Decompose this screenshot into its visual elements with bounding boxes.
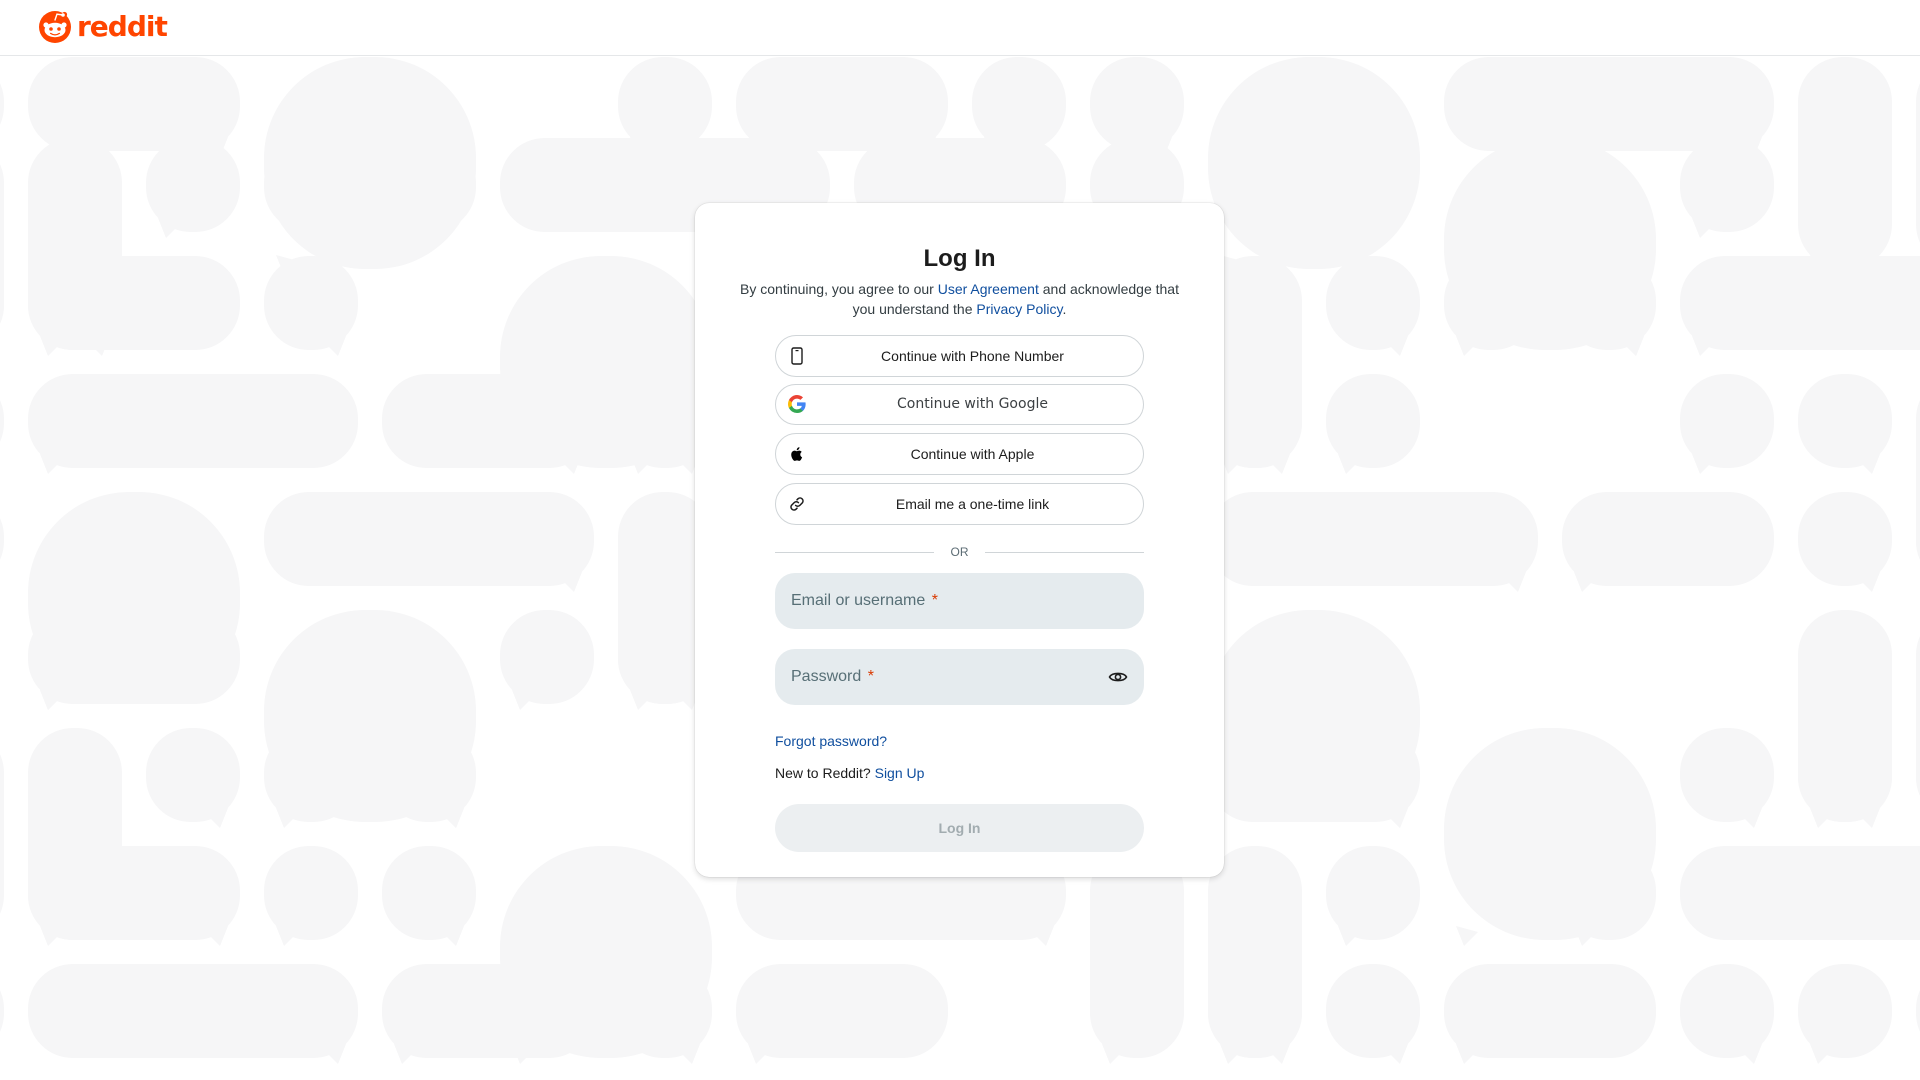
or-divider: OR	[775, 543, 1144, 561]
background-bubble	[28, 964, 358, 1064]
background-bubble	[0, 990, 4, 1032]
email-or-username-field[interactable]: Email or username *	[775, 573, 1144, 629]
background-bubble	[0, 164, 4, 324]
background-bubble	[1326, 846, 1420, 946]
reddit-snoo-icon	[39, 11, 71, 43]
user-agreement-link[interactable]: User Agreement	[938, 281, 1039, 297]
eye-icon[interactable]	[1108, 667, 1128, 687]
phone-button-label: Continue with Phone Number	[881, 348, 1064, 364]
continue-with-apple-button[interactable]: Continue with Apple	[775, 433, 1144, 475]
background-bubble	[28, 256, 240, 356]
password-field[interactable]: Password *	[775, 649, 1144, 705]
background-bubble	[1090, 846, 1184, 1064]
apple-icon	[791, 447, 803, 461]
apple-button-label: Continue with Apple	[910, 446, 1035, 462]
top-navigation-bar: reddit	[0, 0, 1920, 56]
forgot-password-link[interactable]: Forgot password?	[775, 731, 887, 751]
privacy-policy-link[interactable]: Privacy Policy	[976, 301, 1062, 317]
email-one-time-link-button[interactable]: Email me a one-time link	[775, 483, 1144, 525]
background-bubble	[264, 492, 594, 592]
username-placeholder: Email or username *	[791, 573, 938, 629]
background-bubble	[1680, 846, 1920, 940]
background-bubble	[1680, 138, 1774, 238]
background-bubble	[736, 964, 948, 1064]
or-label: OR	[950, 545, 969, 559]
background-bubble	[264, 256, 358, 356]
continue-with-google-button[interactable]: Continue with Google	[775, 384, 1144, 425]
background-bubble	[1680, 728, 1774, 828]
background-bubble	[0, 400, 4, 442]
legal-text-prefix: By continuing, you agree to our	[740, 281, 934, 297]
background-bubble	[1916, 636, 1920, 796]
signup-prompt: New to Reddit? Sign Up	[775, 763, 924, 783]
username-placeholder-text: Email or username	[791, 592, 926, 609]
google-button-label: Continue with Google	[897, 396, 1048, 412]
background-bubble	[1208, 492, 1538, 592]
background-bubble	[1798, 374, 1892, 474]
background-bubble	[28, 610, 240, 710]
required-asterisk: *	[931, 592, 938, 609]
background-bubble	[0, 518, 4, 560]
background-bubble	[382, 138, 476, 238]
background-bubble	[500, 610, 594, 710]
background-bubble	[1916, 990, 1920, 1032]
reddit-home-logo[interactable]: reddit	[38, 10, 168, 44]
background-bubble	[1326, 256, 1420, 356]
background-bubble	[0, 754, 4, 914]
email-link-button-label: Email me a one-time link	[895, 496, 1050, 512]
background-bubble	[28, 846, 240, 946]
background-bubble	[1798, 964, 1892, 1064]
google-icon	[788, 395, 806, 413]
background-bubble	[146, 138, 240, 238]
background-bubble	[1562, 846, 1656, 946]
background-bubble	[0, 83, 4, 125]
background-bubble	[146, 728, 240, 828]
background-bubble	[1680, 256, 1920, 356]
log-in-submit-button[interactable]: Log In	[775, 804, 1144, 852]
new-to-reddit-text: New to Reddit?	[775, 765, 871, 781]
phone-icon	[791, 347, 803, 365]
background-bubble	[28, 374, 358, 474]
required-asterisk: *	[867, 668, 874, 685]
background-bubble	[382, 846, 476, 946]
background-bubble	[382, 374, 594, 474]
background-bubble	[1208, 57, 1420, 275]
reddit-wordmark: reddit	[77, 10, 168, 43]
background-bubble	[1444, 964, 1656, 1064]
password-placeholder: Password *	[791, 649, 874, 705]
background-bubble	[1562, 492, 1774, 592]
modal-title: Log In	[923, 245, 996, 272]
login-modal: Log In By continuing, you agree to our U…	[695, 203, 1224, 877]
sign-up-link[interactable]: Sign Up	[875, 765, 925, 781]
background-bubble	[1208, 728, 1420, 828]
background-bubble	[1916, 400, 1920, 560]
background-bubble	[382, 964, 594, 1064]
link-icon	[790, 497, 804, 511]
background-bubble	[1680, 374, 1774, 474]
background-bubble	[1326, 374, 1420, 474]
password-placeholder-text: Password	[791, 668, 862, 685]
background-bubble	[1326, 964, 1420, 1064]
legal-notice: By continuing, you agree to our User Agr…	[735, 279, 1184, 319]
background-bubble	[264, 846, 358, 946]
background-bubble	[1680, 964, 1774, 1064]
background-bubble	[1798, 492, 1892, 592]
legal-text-suffix: .	[1062, 301, 1067, 317]
background-bubble	[264, 138, 358, 238]
continue-with-phone-button[interactable]: Continue with Phone Number	[775, 335, 1144, 377]
